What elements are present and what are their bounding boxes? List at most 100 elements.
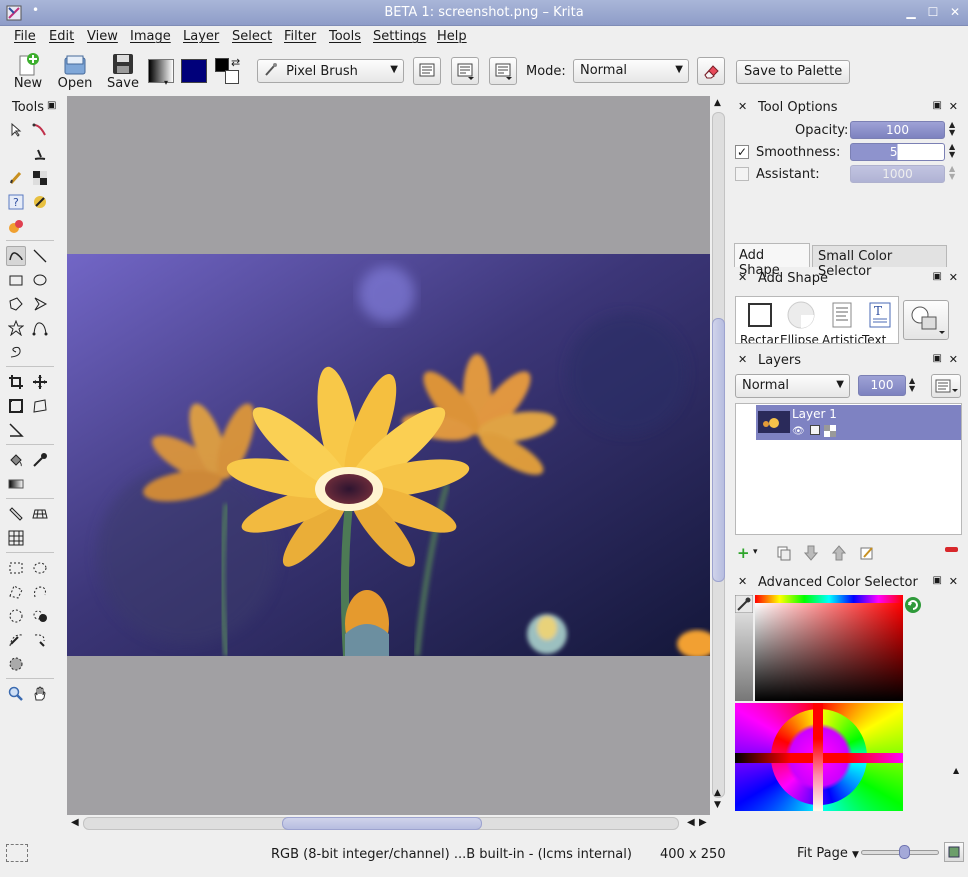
fill-tool-icon[interactable] (6, 450, 26, 470)
calligraphy-tool-icon[interactable] (30, 144, 50, 164)
add-layer-dropdown-icon[interactable]: ▾ (753, 547, 758, 557)
menu-view[interactable]: View (87, 29, 118, 44)
float-dock-icon[interactable]: ▣ (933, 100, 942, 111)
save-to-palette-button[interactable]: Save to Palette (736, 60, 851, 84)
gradient-tool-icon[interactable] (6, 474, 26, 494)
float-dock-icon[interactable]: ▣ (933, 575, 942, 586)
layer-blend-mode-selector[interactable]: Normal ▼ (735, 374, 850, 398)
menu-file[interactable]: File (14, 29, 36, 44)
color-picker-tool-icon[interactable] (30, 192, 50, 212)
zoom-tool-icon[interactable] (6, 684, 26, 704)
collapse-icon[interactable]: ✕ (738, 353, 747, 366)
smoothness-checkbox[interactable]: ✓ (735, 145, 749, 159)
line-tool-icon[interactable] (30, 246, 50, 266)
help-tool-icon[interactable]: ? (6, 192, 26, 212)
vertical-scroll-thumb[interactable] (712, 318, 725, 582)
foreground-color-swatch[interactable] (181, 59, 207, 83)
tab-small-color-selector[interactable]: Small Color Selector (812, 245, 947, 279)
tab-add-shape[interactable]: Add Shape (734, 243, 810, 278)
refresh-icon[interactable] (904, 596, 922, 614)
fit-page-button[interactable] (944, 842, 964, 862)
menu-layer[interactable]: Layer (183, 29, 219, 44)
bezier-tool-icon[interactable] (30, 318, 50, 338)
opacity-slider[interactable]: 100 (850, 121, 945, 139)
shape-item-text[interactable]: T Text (862, 301, 898, 343)
opacity-spin-arrows[interactable]: ▲ ▼ (949, 121, 959, 137)
path-edit-tool-icon[interactable] (30, 120, 50, 140)
eraser-mode-button[interactable] (697, 57, 725, 85)
layer-properties-icon[interactable] (859, 545, 875, 561)
visibility-eye-icon[interactable]: 👁 (792, 426, 805, 437)
close-dock-icon[interactable]: ✕ (949, 100, 958, 113)
ellipse-tool-icon[interactable] (30, 270, 50, 290)
float-dock-icon[interactable]: ▣ (933, 353, 942, 364)
menu-settings[interactable]: Settings (373, 29, 426, 44)
menu-tools[interactable]: Tools (329, 29, 361, 44)
measure-tool-icon[interactable] (6, 420, 26, 440)
vertical-scrollbar[interactable]: ▲ ▲ ▼ (710, 96, 728, 815)
save-button[interactable]: Save (101, 52, 145, 96)
new-button[interactable]: New (6, 52, 50, 96)
menu-select[interactable]: Select (232, 29, 272, 44)
brush-settings-button[interactable] (413, 57, 441, 85)
crop-tool-icon[interactable] (6, 372, 26, 392)
collapse-icon[interactable]: ✕ (738, 271, 747, 284)
float-dock-icon[interactable]: ▣ (933, 271, 942, 282)
menu-edit[interactable]: Edit (49, 29, 74, 44)
swap-colors-icon[interactable]: ⇄ (231, 56, 240, 69)
star-tool-icon[interactable] (6, 318, 26, 338)
polyline-tool-icon[interactable] (30, 294, 50, 314)
dock-scroll-up-icon[interactable]: ▲ (953, 766, 959, 775)
similar-selection-tool-icon[interactable] (30, 606, 50, 626)
outline-selection-tool-icon[interactable] (30, 582, 50, 602)
collapse-icon[interactable]: ✕ (738, 100, 747, 113)
menu-help[interactable]: Help (437, 29, 467, 44)
scroll-down-icon[interactable]: ▼ (714, 800, 721, 810)
color-history-strip[interactable] (735, 595, 753, 701)
freehand-brush-tool-icon[interactable] (6, 246, 26, 266)
horizontal-scrollbar[interactable]: ◀ ◀ ▶ (67, 815, 710, 833)
lock-icon[interactable] (810, 425, 820, 435)
perspective-grid-tool-icon[interactable] (30, 504, 50, 524)
zoom-slider-handle[interactable] (899, 845, 910, 859)
shape-item-ellipse[interactable]: Ellipse (780, 301, 822, 343)
freehand-path-tool-icon[interactable] (6, 342, 26, 362)
transform-tool-icon[interactable] (6, 396, 26, 416)
scroll-up-icon[interactable]: ▲ (714, 98, 721, 108)
alpha-lock-icon[interactable] (824, 425, 836, 437)
minimize-button[interactable]: ▁ (904, 5, 918, 19)
fg-bg-color-switcher[interactable]: ⇄ (215, 56, 243, 86)
smoothness-slider[interactable]: 50 (850, 143, 945, 161)
shape-item-rectangle[interactable]: Rectar (740, 301, 780, 343)
layer-name[interactable]: Layer 1 (792, 407, 837, 421)
close-button[interactable]: ✕ (948, 5, 962, 19)
brush-preset-selector[interactable]: Pixel Brush ▼ (257, 59, 404, 83)
smoothness-spin-arrows[interactable]: ▲ ▼ (949, 143, 959, 159)
magnetic-selection-tool-icon[interactable] (30, 630, 50, 650)
duplicate-layer-icon[interactable] (776, 545, 792, 561)
shape-collection-button[interactable] (903, 300, 949, 340)
scroll-up-icon[interactable]: ▲ (714, 788, 721, 798)
fill-pattern-button[interactable] (451, 57, 479, 85)
polygon-tool-icon[interactable] (6, 294, 26, 314)
scroll-right-icon[interactable]: ▶ (699, 817, 707, 828)
gradient-dropdown-icon[interactable]: ▾ (164, 78, 168, 87)
layer-opacity-spin-arrows[interactable]: ▲ ▼ (909, 377, 919, 393)
color-picker-icon[interactable] (735, 595, 753, 613)
move-layer-down-icon[interactable] (804, 545, 818, 561)
rectangle-tool-icon[interactable] (6, 270, 26, 290)
ellipse-selection-tool-icon[interactable] (30, 558, 50, 578)
eyedropper-tool-icon[interactable] (30, 450, 50, 470)
polygon-selection-tool-icon[interactable] (6, 582, 26, 602)
brush-selection-tool-icon[interactable] (6, 654, 26, 674)
contiguous-selection-tool-icon[interactable] (6, 606, 26, 626)
canvas-image[interactable] (67, 254, 710, 656)
maximize-button[interactable]: ☐ (926, 5, 940, 19)
ruler-tool-icon[interactable] (6, 504, 26, 524)
shape-item-artistic-text[interactable]: Artistic (822, 301, 864, 343)
move-tool-icon[interactable] (30, 372, 50, 392)
collapse-icon[interactable]: ✕ (738, 575, 747, 588)
zoom-mode-selector[interactable]: Fit Page ▼ (797, 846, 859, 861)
saturation-value-square[interactable] (755, 603, 903, 701)
selection-display-icon[interactable] (6, 844, 28, 862)
